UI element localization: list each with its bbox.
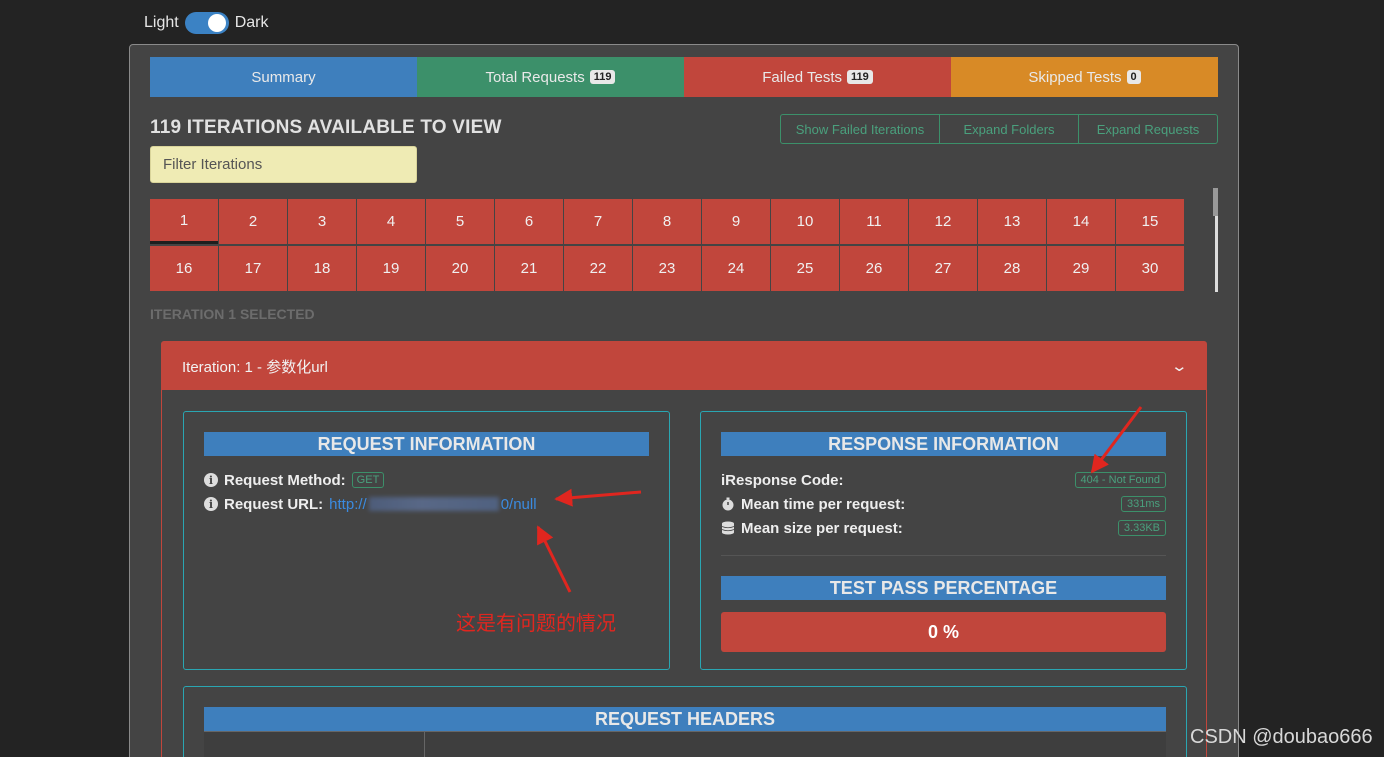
request-headers-box: REQUEST HEADERS bbox=[183, 686, 1187, 757]
theme-toggle: Light Dark bbox=[144, 12, 268, 34]
iteration-cell[interactable]: 26 bbox=[840, 246, 908, 291]
iteration-actions: Show Failed Iterations Expand Folders Ex… bbox=[780, 114, 1218, 144]
stopwatch-icon bbox=[722, 497, 734, 511]
expand-folders-button[interactable]: Expand Folders bbox=[940, 114, 1079, 144]
watermark: CSDN @doubao666 bbox=[1190, 726, 1373, 748]
iteration-cell[interactable]: 3 bbox=[288, 199, 356, 244]
request-method-label: Request Method: bbox=[224, 471, 346, 489]
iteration-cell[interactable]: 30 bbox=[1116, 246, 1184, 291]
response-code-row: i Response Code: 404 - Not Found bbox=[721, 468, 1166, 492]
tab-total-requests-label: Total Requests bbox=[485, 68, 585, 86]
iteration-cell[interactable]: 5 bbox=[426, 199, 494, 244]
response-divider bbox=[721, 555, 1166, 556]
iteration-cell[interactable]: 10 bbox=[771, 199, 839, 244]
iteration-cell[interactable]: 7 bbox=[564, 199, 632, 244]
request-url-link[interactable]: http:// 0/null bbox=[329, 496, 536, 513]
iteration-cell[interactable]: 1 bbox=[150, 199, 218, 244]
iteration-cell[interactable]: 28 bbox=[978, 246, 1046, 291]
info-icon: i bbox=[204, 473, 218, 487]
tab-skipped-tests-label: Skipped Tests bbox=[1028, 68, 1122, 86]
iteration-cell[interactable]: 6 bbox=[495, 199, 563, 244]
request-method-badge: GET bbox=[351, 472, 385, 488]
tab-failed-tests[interactable]: Failed Tests 119 bbox=[684, 57, 951, 97]
iteration-header-title: Iteration: 1 - 参数化url bbox=[182, 358, 328, 376]
iteration-cell[interactable]: 17 bbox=[219, 246, 287, 291]
redacted-host bbox=[368, 497, 499, 511]
iteration-cell[interactable]: 9 bbox=[702, 199, 770, 244]
iteration-card: Iteration: 1 - 参数化url ⌄ REQUEST INFORMAT… bbox=[161, 341, 1207, 757]
mean-time-row: Mean time per request: 331ms bbox=[721, 492, 1166, 516]
annotation-text: 这是有问题的情况 bbox=[456, 613, 616, 635]
iteration-cell[interactable]: 27 bbox=[909, 246, 977, 291]
iteration-cell[interactable]: 23 bbox=[633, 246, 701, 291]
dark-label: Dark bbox=[234, 14, 269, 31]
expand-requests-button[interactable]: Expand Requests bbox=[1079, 114, 1218, 144]
switch-knob bbox=[207, 14, 226, 32]
skipped-tests-badge: 0 bbox=[1126, 70, 1141, 84]
response-code-label: Response Code: bbox=[725, 471, 844, 489]
failed-tests-badge: 119 bbox=[847, 70, 873, 84]
mean-size-row: Mean size per request: 3.33KB bbox=[721, 516, 1166, 540]
iteration-cell[interactable]: 20 bbox=[426, 246, 494, 291]
iteration-cell[interactable]: 18 bbox=[288, 246, 356, 291]
request-information-title: REQUEST INFORMATION bbox=[204, 432, 649, 456]
iteration-grid: 1 2 3 4 5 6 7 8 9 10 11 12 13 14 15 16 17 18 19 20 21 22 23 24 2… bbox=[150, 188, 1215, 291]
iteration-cell[interactable]: 12 bbox=[909, 199, 977, 244]
iteration-cell[interactable]: 21 bbox=[495, 246, 563, 291]
iteration-cell[interactable]: 19 bbox=[357, 246, 425, 291]
mean-size-label: Mean size per request: bbox=[741, 519, 903, 537]
iteration-cell[interactable]: 15 bbox=[1116, 199, 1184, 244]
show-failed-iterations-button[interactable]: Show Failed Iterations bbox=[780, 114, 940, 144]
iterations-title: 119 ITERATIONS AVAILABLE TO VIEW bbox=[150, 117, 502, 138]
summary-tabs: Summary Total Requests 119 Failed Tests … bbox=[150, 57, 1218, 97]
iteration-cell[interactable]: 2 bbox=[219, 199, 287, 244]
request-headers-table bbox=[204, 731, 1166, 757]
header-key-column bbox=[204, 732, 425, 757]
tab-total-requests[interactable]: Total Requests 119 bbox=[417, 57, 684, 97]
report-panel: Summary Total Requests 119 Failed Tests … bbox=[129, 44, 1239, 757]
test-pass-percentage-title: TEST PASS PERCENTAGE bbox=[721, 576, 1166, 600]
iteration-cell[interactable]: 4 bbox=[357, 199, 425, 244]
response-code-badge: 404 - Not Found bbox=[1074, 472, 1166, 488]
tab-summary[interactable]: Summary bbox=[150, 57, 417, 97]
total-requests-badge: 119 bbox=[589, 70, 616, 84]
request-method-row: i Request Method: GET bbox=[204, 468, 649, 492]
iteration-cell[interactable]: 8 bbox=[633, 199, 701, 244]
mean-size-badge: 3.33KB bbox=[1117, 520, 1166, 536]
chevron-down-icon[interactable]: ⌄ bbox=[1171, 357, 1189, 375]
iteration-cell[interactable]: 14 bbox=[1047, 199, 1115, 244]
request-url-row: i Request URL: http:// 0/null bbox=[204, 492, 649, 516]
iteration-cell[interactable]: 24 bbox=[702, 246, 770, 291]
filter-iterations-input[interactable]: Filter Iterations bbox=[150, 146, 417, 183]
iteration-cell[interactable]: 25 bbox=[771, 246, 839, 291]
tab-failed-tests-label: Failed Tests bbox=[762, 68, 842, 86]
iteration-cell[interactable]: 29 bbox=[1047, 246, 1115, 291]
selected-iteration-label: ITERATION 1 SELECTED bbox=[150, 306, 315, 322]
mean-time-badge: 331ms bbox=[1120, 496, 1166, 512]
request-headers-title: REQUEST HEADERS bbox=[204, 707, 1166, 731]
response-information-box: RESPONSE INFORMATION i Response Code: 40… bbox=[700, 411, 1187, 670]
database-icon bbox=[721, 521, 735, 535]
iteration-cell[interactable]: 22 bbox=[564, 246, 632, 291]
info-icon: i bbox=[204, 497, 218, 511]
theme-switch[interactable] bbox=[184, 12, 229, 34]
response-information-title: RESPONSE INFORMATION bbox=[721, 432, 1166, 456]
iteration-cell[interactable]: 11 bbox=[840, 199, 908, 244]
tab-summary-label: Summary bbox=[251, 68, 316, 86]
tab-skipped-tests[interactable]: Skipped Tests 0 bbox=[951, 57, 1218, 97]
url-suffix: 0/null bbox=[500, 495, 537, 513]
test-pass-percentage-bar: 0 % bbox=[721, 612, 1166, 652]
mean-time-label: Mean time per request: bbox=[741, 495, 906, 513]
light-label: Light bbox=[144, 14, 179, 31]
iteration-header[interactable]: Iteration: 1 - 参数化url ⌄ bbox=[162, 342, 1206, 390]
iteration-grid-container[interactable]: 1 2 3 4 5 6 7 8 9 10 11 12 13 14 15 16 17 18 19 20 21 22 23 24 2… bbox=[150, 188, 1218, 292]
iteration-cell[interactable]: 13 bbox=[978, 199, 1046, 244]
request-url-label: Request URL: bbox=[224, 495, 324, 513]
grid-scrollbar[interactable] bbox=[1213, 188, 1218, 216]
iteration-cell[interactable]: 16 bbox=[150, 246, 218, 291]
header-value-column bbox=[425, 732, 1166, 757]
url-prefix: http:// bbox=[329, 495, 367, 513]
